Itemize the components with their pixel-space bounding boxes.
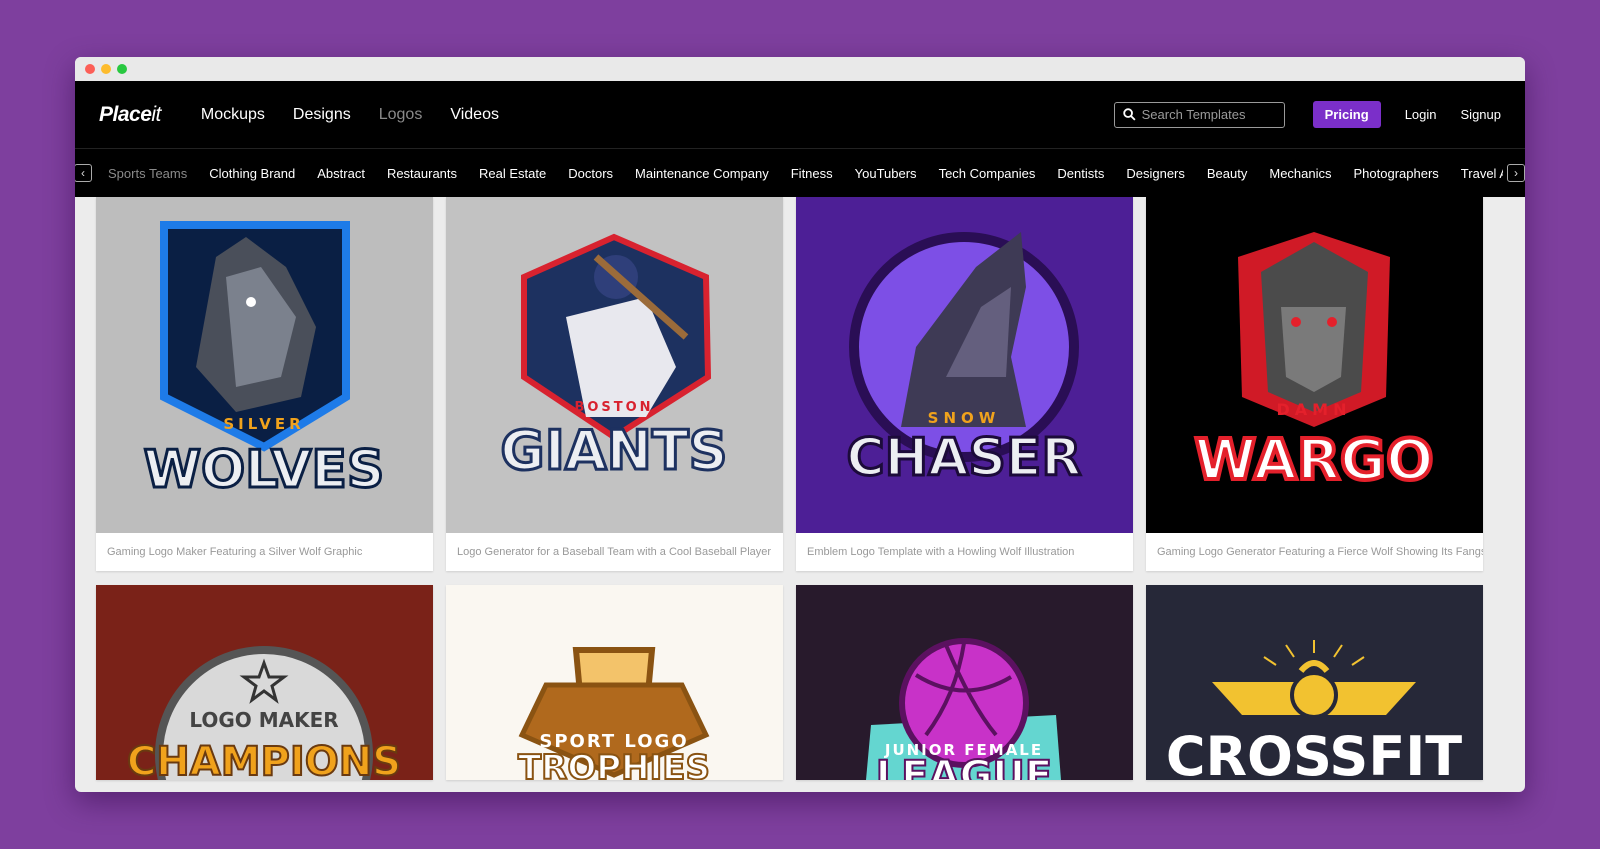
crossfit-kettlebell-logo-image: CROSSFIT xyxy=(1166,640,1462,780)
category-item[interactable]: Fitness xyxy=(791,166,833,181)
nav-videos[interactable]: Videos xyxy=(450,106,499,124)
nav-mockups[interactable]: Mockups xyxy=(201,106,265,124)
svg-text:LOGO MAKER: LOGO MAKER xyxy=(189,708,338,732)
volleyball-logo-image: JUNIOR FEMALE LEAGUE xyxy=(866,638,1061,780)
category-list: Sports Teams Clothing Brand Abstract Res… xyxy=(108,166,1503,181)
svg-text:BOSTON: BOSTON xyxy=(574,400,653,415)
minimize-window-button[interactable] xyxy=(101,64,111,74)
fierce-wolf-logo-image: DAMN WARGO xyxy=(1192,232,1436,495)
template-thumbnail[interactable]: LOGO MAKER CHAMPIONS xyxy=(96,585,433,780)
category-item[interactable]: Photographers xyxy=(1354,166,1439,181)
category-item[interactable]: Mechanics xyxy=(1269,166,1331,181)
template-caption[interactable]: Logo Generator for a Baseball Team with … xyxy=(446,533,783,571)
pricing-button[interactable]: Pricing xyxy=(1312,101,1381,128)
template-card[interactable]: BOSTON GIANTS Logo Generator for a Baseb… xyxy=(446,197,783,571)
svg-text:GIANTS: GIANTS xyxy=(500,419,727,482)
placeit-logo[interactable]: Placeit xyxy=(99,103,161,127)
howling-wolf-logo-image: SNOW CHASER xyxy=(845,232,1083,490)
template-thumbnail[interactable]: SNOW CHASER xyxy=(796,197,1133,533)
close-window-button[interactable] xyxy=(85,64,95,74)
svg-text:CHAMPIONS: CHAMPIONS xyxy=(127,739,401,780)
template-thumbnail[interactable]: JUNIOR FEMALE LEAGUE xyxy=(796,585,1133,780)
template-card[interactable]: JUNIOR FEMALE LEAGUE xyxy=(796,585,1133,780)
template-thumbnail[interactable]: CROSSFIT xyxy=(1146,585,1483,780)
svg-text:DAMN: DAMN xyxy=(1277,400,1352,419)
template-caption[interactable]: Emblem Logo Template with a Howling Wolf… xyxy=(796,533,1133,571)
nav-designs[interactable]: Designs xyxy=(293,106,351,124)
svg-text:TROPHIES: TROPHIES xyxy=(518,748,710,780)
category-item[interactable]: YouTubers xyxy=(855,166,917,181)
category-item[interactable]: Restaurants xyxy=(387,166,457,181)
template-thumbnail[interactable]: SPORT LOGO TROPHIES xyxy=(446,585,783,780)
maximize-window-button[interactable] xyxy=(117,64,127,74)
wolf-emblem-logo-image: SILVER WOLVES xyxy=(142,221,386,502)
template-card[interactable]: SILVER WOLVES Gaming Logo Maker Featurin… xyxy=(96,197,433,571)
template-card[interactable]: SPORT LOGO TROPHIES xyxy=(446,585,783,780)
template-caption[interactable]: Gaming Logo Maker Featuring a Silver Wol… xyxy=(96,533,433,571)
category-item[interactable]: Beauty xyxy=(1207,166,1247,181)
category-bar: ‹ Sports Teams Clothing Brand Abstract R… xyxy=(75,148,1525,197)
champions-logo-image: LOGO MAKER CHAMPIONS xyxy=(126,646,402,780)
category-item[interactable]: Dentists xyxy=(1057,166,1104,181)
template-thumbnail[interactable]: DAMN WARGO xyxy=(1146,197,1483,533)
category-item[interactable]: Tech Companies xyxy=(939,166,1036,181)
baseball-player-logo-image: BOSTON GIANTS xyxy=(499,233,729,484)
svg-text:CROSSFIT: CROSSFIT xyxy=(1166,725,1462,780)
browser-window: Placeit Mockups Designs Logos Videos Pri… xyxy=(75,57,1525,792)
top-navbar: Placeit Mockups Designs Logos Videos Pri… xyxy=(75,81,1525,148)
category-item[interactable]: Abstract xyxy=(317,166,365,181)
chevron-right-icon[interactable]: › xyxy=(1507,164,1525,182)
template-thumbnail[interactable]: BOSTON GIANTS xyxy=(446,197,783,533)
main-nav: Mockups Designs Logos Videos xyxy=(201,106,499,124)
svg-text:LEAGUE: LEAGUE xyxy=(876,753,1052,780)
login-link[interactable]: Login xyxy=(1405,107,1437,122)
svg-text:SILVER: SILVER xyxy=(223,415,304,433)
template-card[interactable]: SNOW CHASER Emblem Logo Template with a … xyxy=(796,197,1133,571)
trophy-logo-image: SPORT LOGO TROPHIES xyxy=(517,647,711,780)
template-card[interactable]: DAMN WARGO Gaming Logo Generator Featuri… xyxy=(1146,197,1483,571)
template-card[interactable]: LOGO MAKER CHAMPIONS xyxy=(96,585,433,780)
category-item[interactable]: Doctors xyxy=(568,166,613,181)
nav-logos[interactable]: Logos xyxy=(379,106,423,124)
search-icon xyxy=(1122,108,1136,121)
window-titlebar xyxy=(75,57,1525,81)
logo-template-grid: SILVER WOLVES Gaming Logo Maker Featurin… xyxy=(96,197,1489,780)
template-thumbnail[interactable]: SILVER WOLVES xyxy=(96,197,433,533)
category-item[interactable]: Maintenance Company xyxy=(635,166,769,181)
category-item[interactable]: Clothing Brand xyxy=(209,166,295,181)
svg-text:CHASER: CHASER xyxy=(847,428,1082,488)
search-input[interactable] xyxy=(1141,107,1272,122)
chevron-left-icon[interactable]: ‹ xyxy=(75,164,92,182)
svg-text:WARGO: WARGO xyxy=(1194,428,1433,493)
template-card[interactable]: CROSSFIT xyxy=(1146,585,1483,780)
category-item[interactable]: Sports Teams xyxy=(108,166,187,181)
svg-text:WOLVES: WOLVES xyxy=(144,440,385,500)
signup-link[interactable]: Signup xyxy=(1461,107,1501,122)
category-item[interactable]: Designers xyxy=(1126,166,1185,181)
template-caption[interactable]: Gaming Logo Generator Featuring a Fierce… xyxy=(1146,533,1483,571)
category-item[interactable]: Travel Agencies xyxy=(1461,166,1503,181)
category-item[interactable]: Real Estate xyxy=(479,166,546,181)
search-box[interactable] xyxy=(1113,101,1285,128)
svg-text:SNOW: SNOW xyxy=(928,409,1001,427)
